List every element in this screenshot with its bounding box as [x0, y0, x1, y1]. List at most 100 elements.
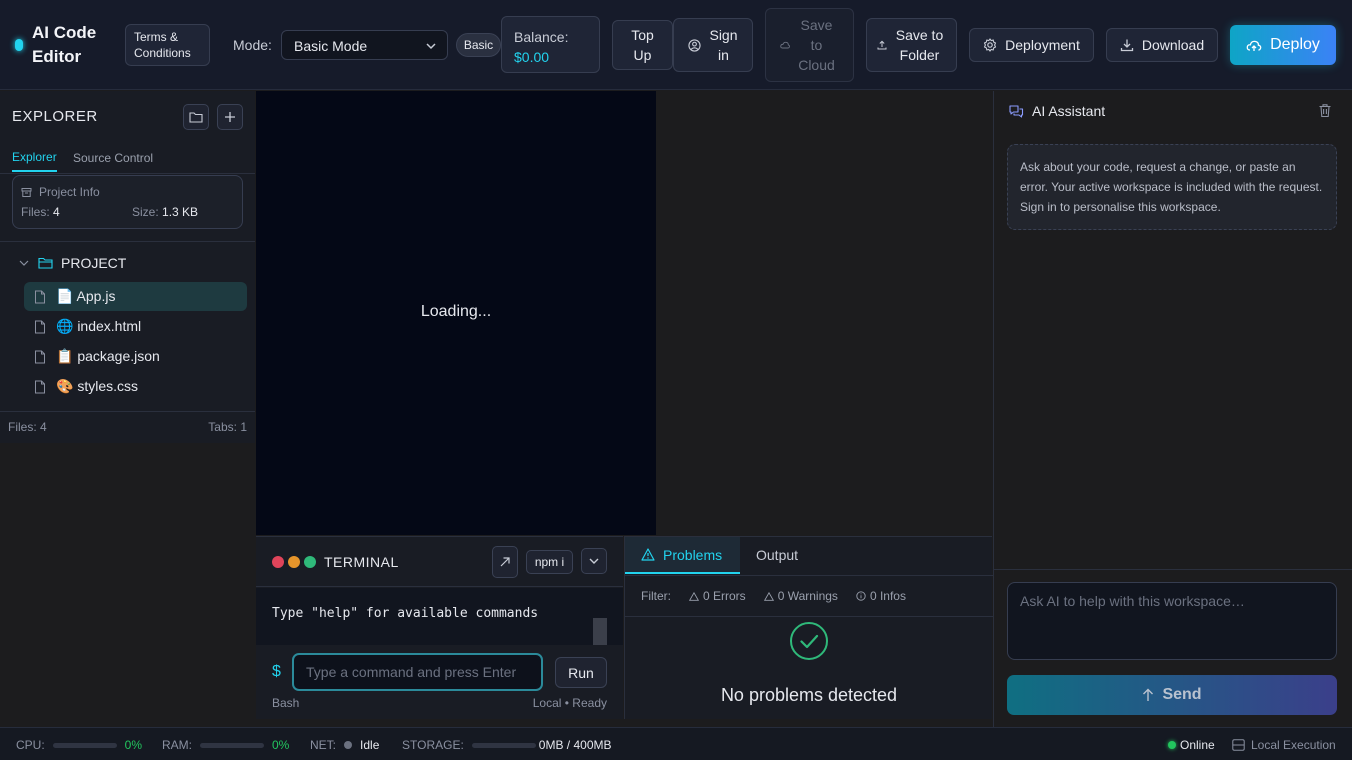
storage-bar — [471, 742, 536, 748]
net-status: NET: Idle — [310, 738, 379, 752]
sign-in-label: Sign in — [709, 27, 738, 63]
tab-problems[interactable]: Problems — [625, 537, 740, 574]
cpu-status: CPU: 0% — [16, 738, 142, 752]
editor-loading-text: Loading... — [420, 303, 492, 320]
cpu-bar — [52, 742, 117, 748]
chevron-down-icon — [18, 257, 30, 269]
terminal-output-line: Type "help" for available commands — [272, 606, 539, 621]
sidebar-divider — [0, 241, 255, 242]
ram-label: RAM: — [162, 738, 192, 752]
save-to-folder-button[interactable]: Save to Folder — [866, 18, 957, 72]
top-up-label: Top Up — [631, 27, 654, 63]
deploy-button[interactable]: Deploy — [1230, 25, 1336, 65]
terminal-output: Type "help" for available commands — [256, 588, 623, 645]
file-item[interactable]: 📋 package.json — [24, 342, 247, 371]
deployment-button[interactable]: Deployment — [969, 28, 1094, 62]
download-label: Download — [1141, 37, 1205, 53]
tab-explorer[interactable]: Explorer — [12, 150, 57, 172]
ram-value: 0% — [272, 738, 290, 752]
warning-icon — [689, 591, 699, 601]
code-editor[interactable]: Loading... — [256, 91, 656, 535]
gear-icon — [983, 38, 997, 52]
arrow-up-right-icon — [499, 556, 511, 568]
archive-icon — [21, 187, 32, 198]
cpu-value: 0% — [124, 738, 143, 752]
project-name: PROJECT — [61, 255, 127, 271]
status-bar: CPU: 0% RAM: 0% NET: Idle STORAGE: 0MB /… — [0, 727, 1352, 760]
sidebar-footer-divider — [0, 411, 255, 412]
filter-infos-label: 0 Infos — [869, 589, 906, 603]
problems-filter-divider — [625, 616, 993, 617]
deploy-label: Deploy — [1270, 36, 1320, 53]
tabs-divider — [0, 173, 255, 174]
terminal-collapse-button[interactable] — [581, 548, 607, 574]
user-circle-icon — [687, 38, 701, 52]
balance-value: $0.00 — [514, 49, 550, 65]
sign-in-button[interactable]: Sign in — [673, 18, 753, 72]
run-button[interactable]: Run — [555, 657, 607, 688]
file-icon — [34, 380, 46, 394]
filter-errors-label: 0 Errors — [703, 589, 746, 603]
red-dot-icon — [272, 556, 284, 568]
filter-infos[interactable]: 0 Infos — [856, 589, 906, 603]
mode-select[interactable]: Basic Mode — [281, 30, 448, 60]
cloud-icon — [780, 41, 790, 49]
terminal-header: TERMINAL npm i — [256, 537, 623, 587]
execution-label: Local Execution — [1251, 738, 1336, 752]
file-item[interactable]: 🌐 index.html — [24, 312, 247, 341]
file-icon — [34, 350, 46, 364]
download-button[interactable]: Download — [1106, 28, 1218, 62]
project-info-header: Project Info — [21, 185, 100, 199]
project-size: Size: 1.3 KB — [132, 205, 198, 219]
ai-assistant-header: AI Assistant — [1008, 103, 1105, 119]
file-name: 🎨 styles.css — [56, 378, 138, 394]
ai-prompt-input[interactable] — [1007, 582, 1337, 660]
terms-button[interactable]: Terms & Conditions — [125, 24, 210, 66]
info-icon — [856, 591, 866, 601]
filter-errors[interactable]: 0 Errors — [689, 589, 746, 603]
ai-info-box: Ask about your code, request a change, o… — [1007, 144, 1337, 230]
mode-label: Mode: — [233, 37, 272, 53]
tab-source-control[interactable]: Source Control — [73, 151, 153, 165]
open-folder-button[interactable] — [183, 104, 209, 130]
file-icon — [34, 290, 46, 304]
terminal-shell: Bash — [272, 696, 300, 710]
npm-install-button[interactable]: npm i — [526, 550, 573, 574]
net-dot-icon — [344, 741, 353, 749]
save-to-cloud-button[interactable]: Save to Cloud — [765, 8, 854, 82]
problems-filter: Filter: 0 Errors 0 Warnings 0 Infos — [641, 589, 906, 603]
file-item[interactable]: 🎨 styles.css — [24, 372, 247, 401]
terminal-panel: TERMINAL npm i Type "help" for available… — [256, 536, 623, 719]
filter-warnings[interactable]: 0 Warnings — [763, 589, 838, 603]
project-folder-toggle[interactable]: PROJECT — [18, 255, 126, 271]
balance-display: Balance: $0.00 — [501, 16, 600, 73]
terminal-popout-button[interactable] — [492, 546, 518, 578]
tab-output[interactable]: Output — [756, 547, 798, 563]
execution-mode[interactable]: Local Execution — [1232, 738, 1336, 752]
terminal-scrollbar[interactable] — [593, 618, 607, 645]
terminal-title: TERMINAL — [324, 554, 399, 570]
logo-dot-icon — [15, 39, 23, 51]
clear-chat-button[interactable] — [1318, 103, 1332, 118]
chevron-down-icon — [588, 555, 600, 567]
file-item[interactable]: 📄 App.js — [24, 282, 247, 311]
new-file-button[interactable] — [217, 104, 243, 130]
save-to-folder-label: Save to Folder — [895, 27, 944, 63]
terminal-command-input[interactable] — [292, 653, 543, 691]
storage-value: 0MB / 400MB — [538, 738, 612, 752]
file-name: 🌐 index.html — [56, 318, 142, 334]
preview-pane — [656, 91, 992, 535]
ai-assistant-panel: AI Assistant Ask about your code, reques… — [993, 91, 1352, 727]
balance-label: Balance: — [514, 29, 569, 45]
no-problems-text: No problems detected — [720, 685, 898, 705]
file-icon — [34, 320, 46, 334]
cloud-upload-icon — [1246, 38, 1262, 52]
server-icon — [1232, 739, 1245, 751]
upload-icon — [877, 40, 887, 50]
folder-icon — [189, 111, 203, 123]
send-button[interactable]: Send — [1007, 675, 1337, 715]
ai-assistant-title: AI Assistant — [1032, 103, 1106, 119]
terminal-prompt: $ — [272, 663, 281, 680]
storage-status: STORAGE: 0MB / 400MB — [402, 738, 612, 752]
top-up-button[interactable]: Top Up — [612, 20, 673, 70]
